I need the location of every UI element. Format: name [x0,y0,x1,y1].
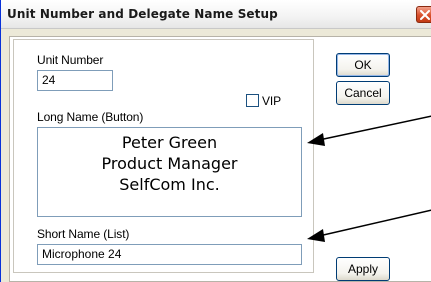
callout-arrows [307,115,431,242]
dialog-window: Unit Number and Delegate Name Setup Unit… [0,0,431,282]
arrow-icon [307,115,431,146]
arrow-icon [307,209,431,242]
